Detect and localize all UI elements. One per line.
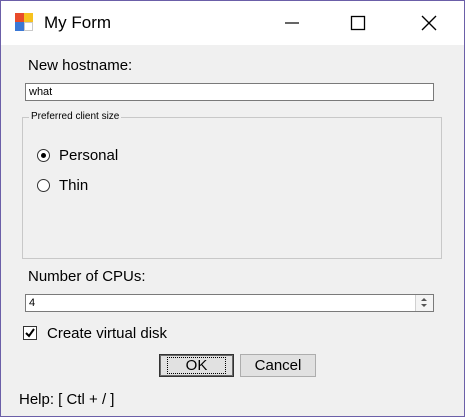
thin-radio[interactable] [37, 179, 50, 192]
cancel-button[interactable]: Cancel [240, 354, 316, 377]
title-bar[interactable]: My Form [1, 1, 464, 45]
hostname-label: New hostname: [28, 57, 133, 74]
form-window: My Form New hostname: what Preferred cli… [0, 0, 465, 417]
ok-button[interactable]: OK [159, 354, 234, 377]
maximize-icon [350, 15, 366, 31]
close-button[interactable] [406, 1, 452, 45]
personal-radio-label[interactable]: Personal [59, 147, 118, 164]
minimize-button[interactable] [269, 1, 315, 45]
cpus-label: Number of CPUs: [28, 268, 146, 285]
client-size-group-label: Preferred client size [29, 111, 122, 122]
spin-down-icon[interactable] [421, 304, 427, 307]
minimize-icon [285, 22, 299, 24]
thin-radio-label[interactable]: Thin [59, 177, 88, 194]
checkmark-icon [25, 328, 35, 338]
spin-up-icon[interactable] [421, 298, 427, 301]
help-text: Help: [ Ctl + / ] [19, 391, 115, 408]
ok-button-label: OK [166, 357, 227, 374]
close-icon [421, 15, 437, 31]
maximize-button[interactable] [335, 1, 381, 45]
cpus-input[interactable]: 4 [25, 294, 434, 312]
personal-radio[interactable] [37, 149, 50, 162]
window-title: My Form [44, 13, 112, 32]
virtual-disk-checkbox[interactable] [23, 326, 37, 340]
hostname-input[interactable]: what [25, 83, 434, 101]
app-icon [15, 13, 35, 33]
cpus-stepper[interactable] [415, 295, 433, 311]
virtual-disk-label[interactable]: Create virtual disk [47, 325, 167, 342]
